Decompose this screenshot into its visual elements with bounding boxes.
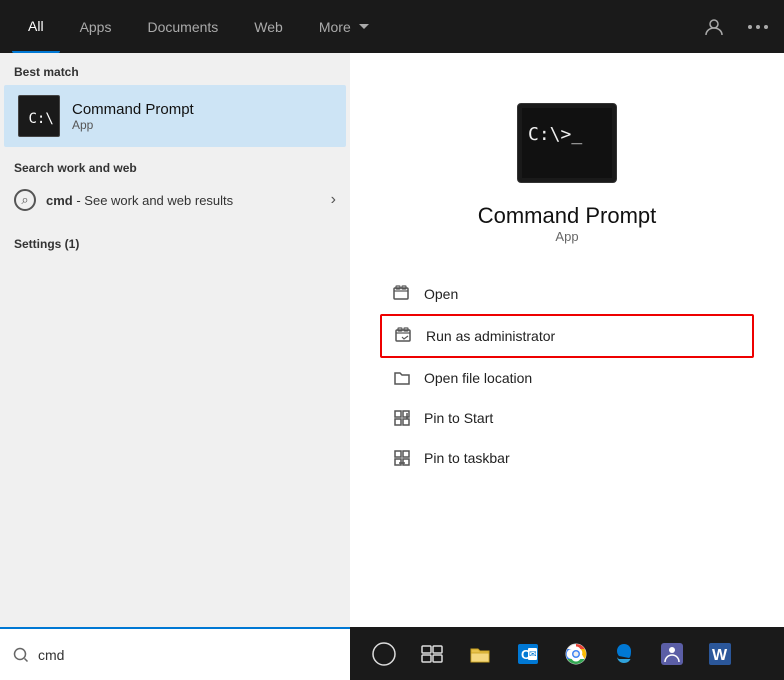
search-bar [0,627,350,680]
pin-start-icon [392,408,412,428]
task-view-icon[interactable] [408,627,456,680]
svg-text:W: W [712,647,728,664]
pin-to-taskbar-label: Pin to taskbar [424,450,510,466]
search-web-section: Search work and web ⌕ cmd - See work and… [0,147,350,223]
tab-all[interactable]: All [12,0,60,53]
chevron-down-icon [359,24,369,29]
taskbar-search-icon [12,646,30,664]
app-subtitle: App [555,229,578,244]
tab-documents[interactable]: Documents [131,0,234,53]
svg-text:C:\>_: C:\>_ [528,124,582,145]
file-explorer-icon[interactable] [456,627,504,680]
search-web-text: cmd - See work and web results [46,193,233,208]
app-title: Command Prompt [478,203,657,229]
top-nav: All Apps Documents Web More [0,0,784,53]
search-web-label: Search work and web [14,161,336,175]
pin-taskbar-icon [392,448,412,468]
action-open[interactable]: Open [380,274,754,314]
left-panel: Best match C:\ Command Prompt App Search… [0,53,350,627]
teams-icon[interactable] [648,627,696,680]
best-match-label: Best match [0,53,350,85]
nav-right-icons [700,13,772,41]
svg-text:C:\: C:\ [29,111,54,127]
edge-icon[interactable] [600,627,648,680]
taskbar-icons: O ✉ [350,627,744,680]
action-open-file-location[interactable]: Open file location [380,358,754,398]
action-list: Open Run as administrator [350,274,784,478]
svg-text:✉: ✉ [529,649,537,659]
best-match-text: Command Prompt App [72,101,194,132]
search-icon: ⌕ [14,189,36,211]
pin-to-start-label: Pin to Start [424,410,493,426]
app-icon-large: C:\>_ [517,103,617,183]
cmd-icon: C:\ [18,95,60,137]
action-pin-to-taskbar[interactable]: Pin to taskbar [380,438,754,478]
tab-more[interactable]: More [303,0,385,53]
open-icon [392,284,412,304]
settings-label: Settings (1) [14,237,336,251]
search-web-item[interactable]: ⌕ cmd - See work and web results › [14,183,336,217]
chevron-right-icon: › [331,191,336,209]
person-icon[interactable] [700,13,728,41]
outlook-icon[interactable]: O ✉ [504,627,552,680]
taskbar-search-input[interactable] [38,647,338,663]
best-match-name: Command Prompt [72,101,194,118]
action-pin-to-start[interactable]: Pin to Start [380,398,754,438]
action-run-as-admin[interactable]: Run as administrator [380,314,754,358]
best-match-sub: App [72,118,194,132]
run-as-admin-icon [394,326,414,346]
open-file-location-label: Open file location [424,370,532,386]
windows-search-icon[interactable] [360,627,408,680]
ellipsis-icon[interactable] [744,21,772,33]
settings-section: Settings (1) [0,223,350,257]
run-as-admin-label: Run as administrator [426,328,555,344]
chrome-icon[interactable] [552,627,600,680]
best-match-item[interactable]: C:\ Command Prompt App [4,85,346,147]
tab-web[interactable]: Web [238,0,299,53]
tab-apps[interactable]: Apps [64,0,128,53]
word-icon[interactable]: W [696,627,744,680]
right-panel: C:\>_ Command Prompt App Open [350,53,784,627]
file-location-icon [392,368,412,388]
open-label: Open [424,286,458,302]
taskbar: O ✉ [0,627,784,680]
